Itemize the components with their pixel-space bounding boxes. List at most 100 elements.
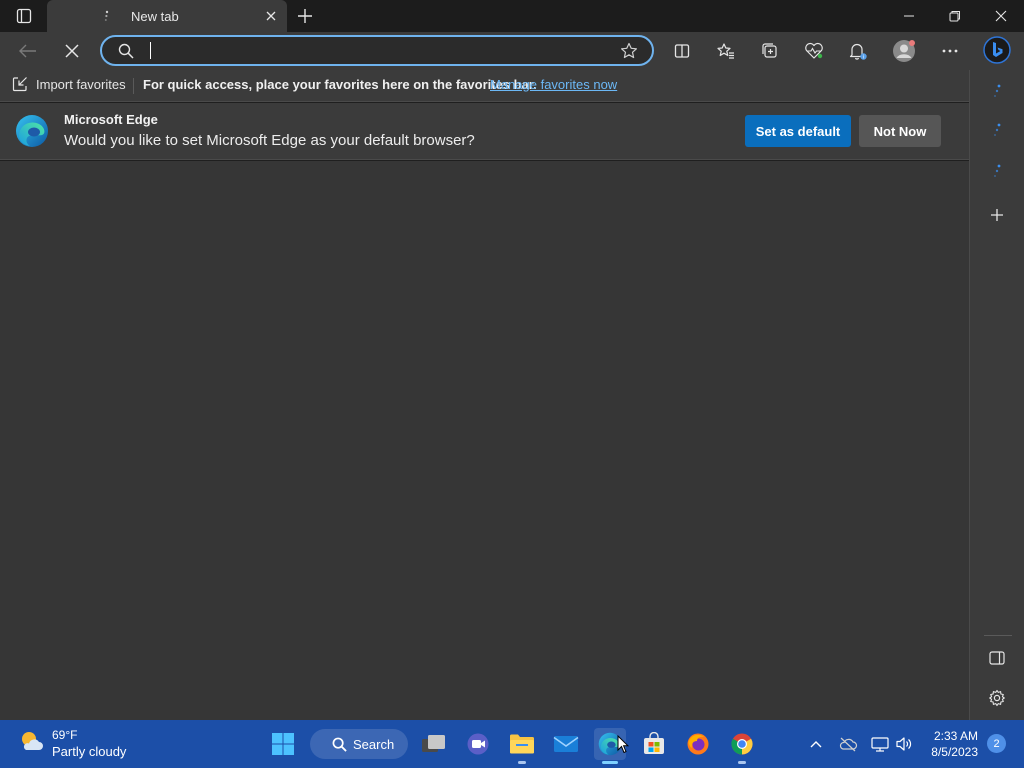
bing-chat-button[interactable]	[982, 35, 1012, 65]
stop-icon	[65, 44, 79, 58]
infobar-message: Would you like to set Microsoft Edge as …	[64, 132, 475, 149]
close-icon	[266, 11, 276, 21]
sidebar-app-loading-3[interactable]	[984, 158, 1010, 184]
favorites-bar: Import favorites For quick access, place…	[0, 70, 969, 102]
partly-cloudy-icon	[22, 732, 43, 750]
split-screen-button[interactable]	[668, 38, 696, 64]
add-favorite-button[interactable]	[620, 42, 638, 60]
star-plus-icon	[621, 42, 637, 59]
chrome-button[interactable]	[726, 728, 758, 764]
avatar-icon	[893, 40, 915, 62]
address-bar[interactable]	[100, 35, 654, 66]
manage-favorites-link[interactable]: Manage favorites now	[490, 77, 617, 92]
favorites-icon	[717, 43, 734, 59]
start-button[interactable]	[267, 728, 299, 760]
close-window-icon	[995, 10, 1007, 22]
gear-icon	[989, 689, 1005, 707]
weather-widget[interactable]: 69°F Partly cloudy	[18, 728, 126, 759]
clock[interactable]: 2:33 AM 8/5/2023	[922, 728, 978, 760]
favorites-hint: For quick access, place your favorites h…	[143, 77, 537, 92]
windows-logo-icon	[272, 733, 294, 755]
minimize-button[interactable]	[886, 0, 932, 32]
teams-chat-button[interactable]	[462, 728, 494, 760]
running-indicator	[738, 761, 746, 764]
default-browser-infobar: Microsoft Edge Would you like to set Mic…	[0, 103, 969, 160]
loading-spinner-icon	[994, 123, 1001, 136]
navigation-toolbar: i	[0, 32, 1024, 70]
edge-sidebar	[969, 70, 1024, 720]
sidebar-settings-button[interactable]	[984, 685, 1010, 711]
windows-taskbar: 69°F Partly cloudy Search 2:33 AM 8/5/20…	[0, 720, 1024, 768]
mouse-cursor-icon	[617, 735, 629, 754]
file-explorer-button[interactable]	[506, 728, 538, 764]
active-indicator	[602, 761, 618, 764]
taskbar-search[interactable]: Search	[310, 729, 408, 759]
split-screen-icon	[674, 44, 690, 58]
restore-button[interactable]	[932, 0, 978, 32]
tab-close-button[interactable]	[263, 8, 279, 24]
clock-date: 8/5/2023	[931, 745, 978, 759]
edge-logo-icon	[15, 114, 49, 148]
import-icon	[12, 77, 27, 92]
show-hidden-icons-button[interactable]	[806, 734, 826, 754]
heart-pulse-icon	[805, 42, 823, 59]
back-button[interactable]	[14, 38, 42, 64]
address-input[interactable]	[148, 40, 608, 62]
volume-tray-button[interactable]	[894, 734, 914, 754]
sidebar-app-loading-2[interactable]	[984, 117, 1010, 143]
favorites-divider	[133, 78, 134, 94]
browser-essentials-button[interactable]	[800, 38, 828, 64]
stop-loading-button[interactable]	[58, 38, 86, 64]
set-as-default-button[interactable]: Set as default	[745, 115, 851, 147]
sidebar-app-loading-1[interactable]	[984, 78, 1010, 104]
sidebar-divider	[984, 635, 1012, 636]
search-icon	[332, 737, 347, 752]
notification-center-badge[interactable]: 2	[987, 734, 1006, 753]
import-favorites-button[interactable]: Import favorites	[12, 76, 126, 92]
notifications-button[interactable]: i	[844, 38, 872, 64]
firefox-button[interactable]	[682, 728, 714, 760]
collections-icon	[762, 43, 777, 58]
sidebar-add-button[interactable]	[984, 202, 1010, 228]
text-caret	[150, 42, 151, 59]
network-icon	[871, 737, 889, 752]
import-favorites-label: Import favorites	[36, 76, 126, 92]
loading-spinner-icon	[994, 84, 1001, 97]
svg-text:i: i	[863, 54, 864, 60]
running-indicator	[518, 761, 526, 764]
task-view-button[interactable]	[418, 728, 450, 760]
restore-icon	[949, 11, 960, 22]
profile-button[interactable]	[890, 38, 918, 64]
favorites-button[interactable]	[712, 38, 740, 64]
weather-temperature: 69°F	[52, 728, 78, 742]
tab-title: New tab	[131, 9, 179, 24]
taskbar-search-label: Search	[353, 736, 395, 752]
tab-new-tab[interactable]: New tab	[47, 0, 287, 32]
clock-time: 2:33 AM	[933, 729, 978, 743]
folder-icon	[510, 734, 534, 754]
new-tab-button[interactable]	[295, 6, 315, 26]
page-content	[0, 161, 969, 720]
tab-actions-menu-button[interactable]	[12, 6, 36, 26]
hide-sidebar-button[interactable]	[984, 645, 1010, 671]
speaker-icon	[896, 737, 912, 751]
microsoft-store-button[interactable]	[638, 728, 670, 760]
network-tray-button[interactable]	[870, 734, 890, 754]
loading-spinner-icon	[994, 164, 1001, 177]
back-arrow-icon	[19, 44, 36, 58]
chat-icon	[467, 733, 489, 755]
collections-button[interactable]	[756, 38, 784, 64]
plus-icon	[298, 9, 312, 23]
settings-more-button[interactable]	[936, 38, 964, 64]
onedrive-tray-button[interactable]	[838, 734, 858, 754]
infobar-title: Microsoft Edge	[64, 112, 158, 127]
sidebar-toggle-icon	[989, 651, 1005, 665]
close-window-button[interactable]	[978, 0, 1024, 32]
more-horizontal-icon	[942, 49, 958, 53]
bing-icon	[983, 36, 1011, 64]
not-now-button[interactable]: Not Now	[859, 115, 941, 147]
mail-button[interactable]	[550, 728, 582, 760]
chevron-up-icon	[810, 741, 822, 748]
task-view-icon	[422, 735, 445, 752]
mail-icon	[553, 736, 579, 752]
